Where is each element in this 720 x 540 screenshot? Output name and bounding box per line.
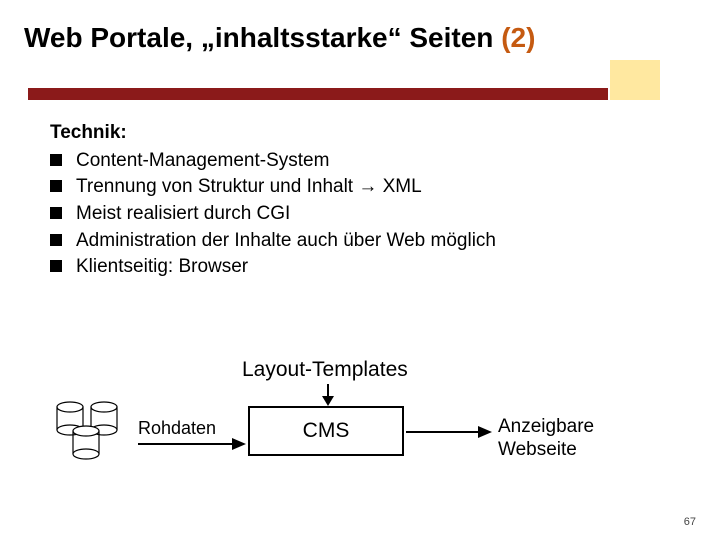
bullet-list: Content-Management-System Trennung von S… [50,148,670,280]
rohdaten-label: Rohdaten [138,418,216,439]
decor-accent-yellow [610,60,660,100]
list-item: Content-Management-System [50,148,670,174]
cms-label: CMS [303,419,350,442]
slide: Web Portale, „inhaltsstarke“ Seiten (2) … [0,0,720,540]
title-suffix: (2) [501,22,535,53]
cms-box: CMS [248,406,404,456]
cylinder-icon [72,426,100,460]
layout-templates-label: Layout-Templates [242,358,408,382]
arrow-right-icon [138,438,246,450]
section-heading: Technik: [50,120,670,146]
list-item: Klientseitig: Browser [50,254,670,280]
diagram: Layout-Templates Rohdaten [0,330,720,510]
list-item: Meist realisiert durch CGI [50,201,670,227]
slide-title: Web Portale, „inhaltsstarke“ Seiten (2) [24,22,535,54]
title-main: Web Portale, „inhaltsstarke“ Seiten [24,22,501,53]
output-label: Anzeigbare Webseite [498,416,594,462]
output-line2: Webseite [498,439,577,460]
list-item: Trennung von Struktur und Inhalt → XML [50,174,670,200]
arrow-down-icon [322,384,334,406]
output-line1: Anzeigbare [498,416,594,437]
page-number: 67 [684,516,696,528]
decor-title-underline [28,88,608,100]
list-item: Administration der Inhalte auch über Web… [50,228,670,254]
arrow-right-icon [406,426,492,438]
body-content: Technik: Content-Management-System Trenn… [50,120,670,281]
